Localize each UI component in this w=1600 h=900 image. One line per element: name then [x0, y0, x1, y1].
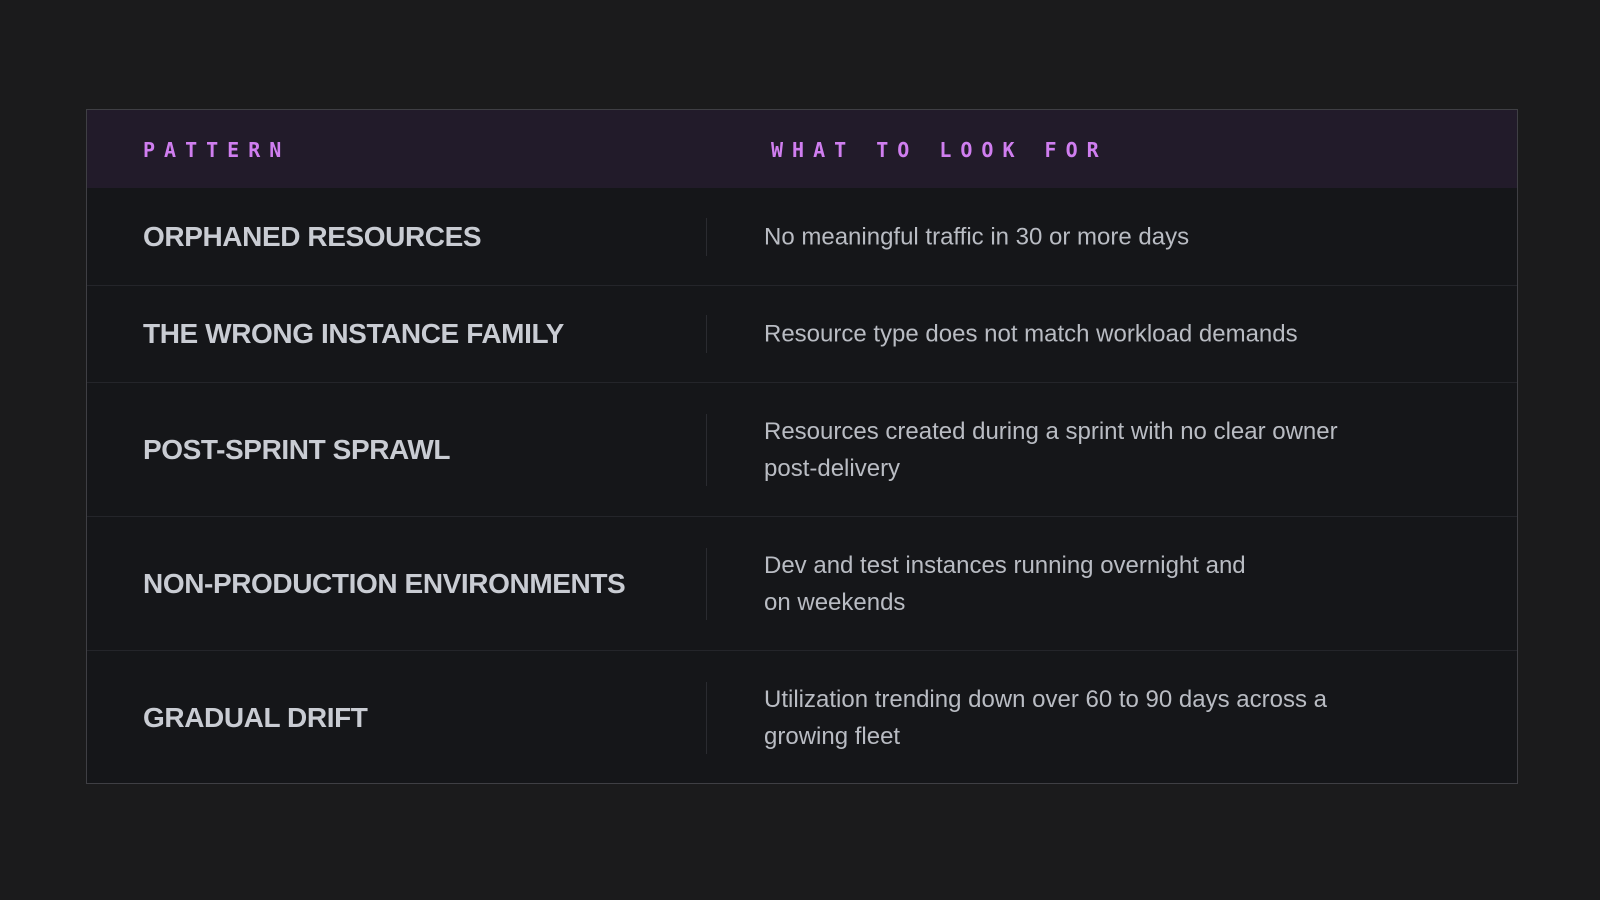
pattern-name: GRADUAL DRIFT — [143, 701, 368, 733]
pattern-name: ORPHANED RESOURCES — [143, 220, 482, 252]
pattern-description: Dev and test instances running overnight… — [764, 551, 1246, 616]
column-divider — [706, 681, 707, 754]
table-row: POST-SPRINT SPRAWL Resources created dur… — [87, 382, 1517, 516]
table-row: ORPHANED RESOURCES No meaningful traffic… — [87, 188, 1517, 285]
table-row: NON-PRODUCTION ENVIRONMENTS Dev and test… — [87, 516, 1517, 650]
pattern-name: THE WRONG INSTANCE FAMILY — [143, 318, 564, 349]
table-row: THE WRONG INSTANCE FAMILY Resource type … — [87, 285, 1517, 382]
column-divider — [706, 217, 707, 256]
patterns-table: Pattern What to look for ORPHANED RESOUR… — [86, 109, 1518, 784]
pattern-name: NON-PRODUCTION ENVIRONMENTS — [143, 567, 626, 599]
column-divider — [706, 547, 707, 620]
column-divider — [706, 413, 707, 486]
column-divider — [706, 315, 707, 353]
table-row: GRADUAL DRIFT Utilization trending down … — [87, 650, 1517, 784]
pattern-description: Resource type does not match workload de… — [764, 320, 1298, 348]
table-header: Pattern What to look for — [87, 110, 1517, 188]
pattern-description: Utilization trending down over 60 to 90 … — [764, 685, 1327, 750]
header-what-to-look-for: What to look for — [771, 138, 1108, 162]
pattern-description: No meaningful traffic in 30 or more days — [764, 223, 1190, 250]
pattern-name: POST-SPRINT SPRAWL — [143, 433, 451, 465]
slide: { "table": { "headers": { "pattern": "Pa… — [0, 0, 1600, 900]
pattern-description: Resources created during a sprint with n… — [764, 417, 1338, 482]
header-pattern: Pattern — [143, 138, 291, 162]
